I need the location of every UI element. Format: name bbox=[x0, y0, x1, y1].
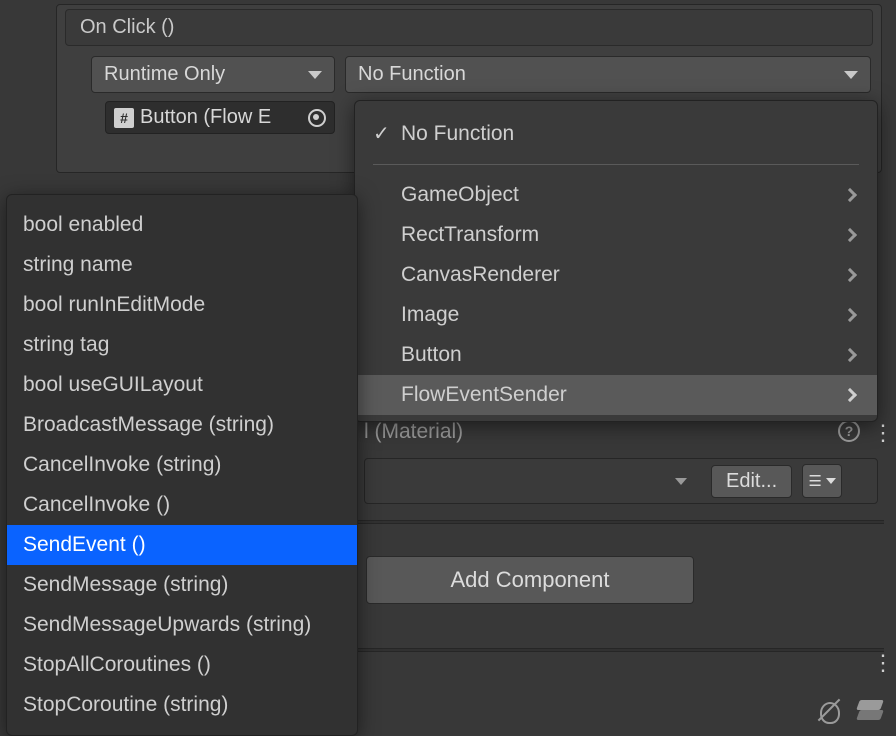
list-icon: ☰ bbox=[808, 472, 821, 490]
chevron-right-icon bbox=[843, 308, 857, 322]
chevron-right-icon bbox=[843, 228, 857, 242]
material-header-label: l (Material) bbox=[364, 420, 463, 444]
submenu-item[interactable]: SendMessageUpwards (string) bbox=[7, 605, 357, 645]
menu-item-component[interactable]: CanvasRenderer bbox=[355, 255, 877, 295]
menu-item-label: No Function bbox=[401, 122, 859, 146]
menu-item-label: FlowEventSender bbox=[401, 383, 845, 407]
object-reference-label: Button (Flow E bbox=[140, 106, 271, 129]
script-asset-icon: # bbox=[114, 108, 134, 128]
menu-item-label: Button bbox=[401, 343, 845, 367]
debug-disabled-icon[interactable] bbox=[816, 700, 840, 722]
submenu-item[interactable]: bool runInEditMode bbox=[7, 285, 357, 325]
submenu-item[interactable]: CancelInvoke (string) bbox=[7, 445, 357, 485]
menu-item-no-function[interactable]: ✓ No Function bbox=[355, 113, 877, 154]
menu-item-component[interactable]: RectTransform bbox=[355, 215, 877, 255]
shader-row: Edit... ☰ bbox=[364, 458, 878, 504]
menu-item-label: GameObject bbox=[401, 183, 845, 207]
caret-down-icon[interactable] bbox=[675, 478, 687, 485]
object-reference-field[interactable]: # Button (Flow E bbox=[105, 101, 335, 134]
status-bar-icons bbox=[816, 700, 882, 722]
context-menu-icon[interactable]: ⋮ bbox=[872, 650, 894, 676]
menu-divider bbox=[373, 164, 859, 165]
caret-down-icon bbox=[844, 71, 858, 79]
submenu-item[interactable]: StopAllCoroutines () bbox=[7, 645, 357, 685]
chevron-right-icon bbox=[843, 268, 857, 282]
call-state-value: Runtime Only bbox=[104, 63, 225, 86]
render-queue-dropdown[interactable]: ☰ bbox=[802, 464, 842, 498]
caret-down-icon bbox=[308, 71, 322, 79]
edit-button[interactable]: Edit... bbox=[711, 465, 792, 498]
submenu-item[interactable]: SendMessage (string) bbox=[7, 565, 357, 605]
method-submenu[interactable]: bool enabledstring namebool runInEditMod… bbox=[6, 194, 358, 736]
function-value: No Function bbox=[358, 63, 466, 86]
chevron-right-icon bbox=[843, 188, 857, 202]
event-header: On Click () bbox=[65, 9, 873, 46]
submenu-item[interactable]: bool useGUILayout bbox=[7, 365, 357, 405]
help-icon[interactable]: ? bbox=[838, 420, 860, 442]
submenu-item[interactable]: CancelInvoke () bbox=[7, 485, 357, 525]
layers-icon[interactable] bbox=[858, 700, 882, 720]
menu-item-component[interactable]: Button bbox=[355, 335, 877, 375]
submenu-item[interactable]: string name bbox=[7, 245, 357, 285]
object-picker-icon[interactable] bbox=[308, 109, 326, 127]
call-state-dropdown[interactable]: Runtime Only bbox=[91, 56, 335, 93]
menu-item-component[interactable]: GameObject bbox=[355, 175, 877, 215]
submenu-item[interactable]: BroadcastMessage (string) bbox=[7, 405, 357, 445]
submenu-item[interactable]: StopCoroutine (string) bbox=[7, 685, 357, 725]
chevron-right-icon bbox=[843, 388, 857, 402]
menu-item-label: RectTransform bbox=[401, 223, 845, 247]
submenu-item[interactable]: SendEvent () bbox=[7, 525, 357, 565]
menu-item-component[interactable]: FlowEventSender bbox=[355, 375, 877, 415]
function-popover[interactable]: ✓ No Function GameObject RectTransform Can… bbox=[354, 100, 878, 422]
function-dropdown[interactable]: No Function bbox=[345, 56, 871, 93]
submenu-item[interactable]: string tag bbox=[7, 325, 357, 365]
chevron-right-icon bbox=[843, 348, 857, 362]
check-icon: ✓ bbox=[373, 121, 401, 146]
menu-item-component[interactable]: Image bbox=[355, 295, 877, 335]
caret-down-icon bbox=[826, 478, 836, 484]
menu-item-label: Image bbox=[401, 303, 845, 327]
add-component-button[interactable]: Add Component bbox=[366, 556, 694, 604]
context-menu-icon[interactable]: ⋮ bbox=[872, 420, 894, 446]
submenu-item[interactable]: bool enabled bbox=[7, 205, 357, 245]
menu-item-label: CanvasRenderer bbox=[401, 263, 845, 287]
